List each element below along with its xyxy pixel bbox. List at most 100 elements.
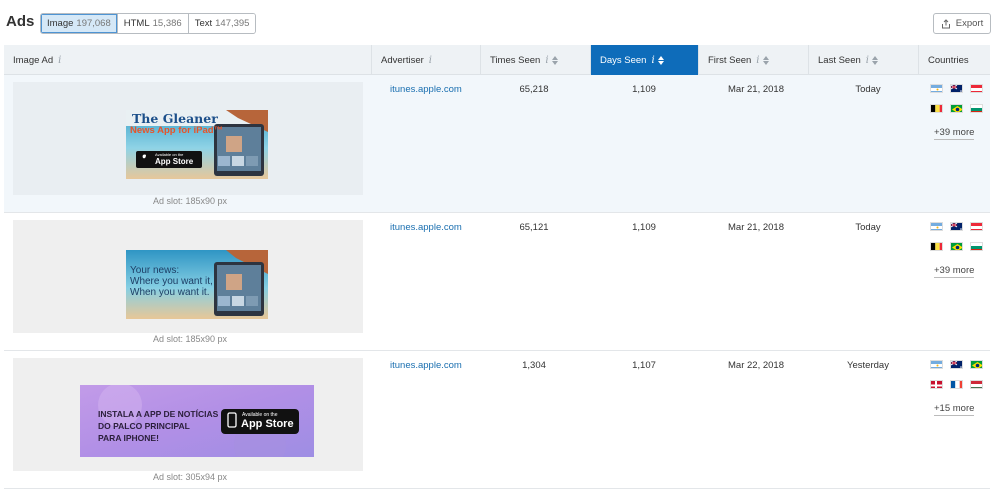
filter-count: 197,068: [76, 18, 111, 29]
info-icon[interactable]: i: [756, 55, 759, 66]
ad-image-container[interactable]: INSTALA A APP DE NOTÍCIAS DO PALCO PRINC…: [13, 358, 363, 471]
filter-count: 147,395: [215, 18, 250, 29]
days-seen-value: 1,109: [632, 84, 656, 95]
column-label: Countries: [928, 54, 969, 66]
argentina-flag-icon: [930, 84, 943, 93]
ad-banner-image[interactable]: INSTALA A APP DE NOTÍCIAS DO PALCO PRINC…: [80, 385, 314, 457]
banner-line-3: When you want it.: [130, 287, 210, 298]
advertiser-link[interactable]: itunes.apple.com: [390, 84, 462, 95]
table-row: INSTALA A APP DE NOTÍCIAS DO PALCO PRINC…: [4, 351, 990, 489]
banner-headline: The Gleaner: [132, 111, 218, 126]
australia-flag-icon: [950, 222, 963, 231]
ad-slot-size: Ad slot: 185x90 px: [152, 196, 228, 206]
bulgaria-flag-icon: [970, 242, 983, 251]
belgium-flag-icon: [930, 242, 943, 251]
austria-flag-icon: [970, 84, 983, 93]
info-icon[interactable]: i: [651, 55, 654, 66]
info-icon[interactable]: i: [545, 55, 548, 66]
times-seen-value: 65,218: [519, 84, 549, 95]
ads-table: Image Ad i Advertiser i Times Seen i Day…: [4, 45, 990, 489]
australia-flag-icon: [950, 360, 963, 369]
column-label: Image Ad: [13, 54, 54, 66]
banner-line-2: Where you want it,: [130, 276, 213, 287]
ad-slot-size: Ad slot: 305x94 px: [152, 472, 228, 482]
sort-icon[interactable]: [657, 55, 664, 65]
first-seen-value: Mar 21, 2018: [728, 84, 784, 95]
column-advertiser: Advertiser i: [372, 45, 481, 75]
filter-label: Text: [194, 18, 213, 29]
column-label: Times Seen: [490, 54, 541, 66]
more-countries-link[interactable]: +39 more: [934, 127, 975, 140]
filter-image-button[interactable]: Image 197,068: [41, 14, 118, 33]
ad-slot-size: Ad slot: 185x90 px: [152, 334, 228, 344]
belgium-flag-icon: [930, 104, 943, 113]
column-first-seen[interactable]: First Seen i: [699, 45, 809, 75]
table-row: Your news: Where you want it, When you w…: [4, 213, 990, 351]
filter-count: 15,386: [152, 18, 182, 29]
country-flags: [930, 222, 984, 251]
days-seen-value: 1,107: [632, 360, 656, 371]
column-label: Last Seen: [818, 54, 861, 66]
sort-icon[interactable]: [762, 55, 769, 65]
column-last-seen[interactable]: Last Seen i: [809, 45, 919, 75]
column-times-seen[interactable]: Times Seen i: [481, 45, 591, 75]
badge-big-text: App Store: [241, 418, 294, 430]
table-header: Image Ad i Advertiser i Times Seen i Day…: [4, 45, 990, 75]
brazil-flag-icon: [950, 104, 963, 113]
ad-image-container[interactable]: Your news: Where you want it, When you w…: [13, 220, 363, 333]
brazil-flag-icon: [950, 242, 963, 251]
info-icon[interactable]: i: [58, 55, 61, 66]
table-row: The Gleaner News App for iPad™ Available…: [4, 75, 990, 213]
country-flags: [930, 360, 984, 389]
ad-image-container[interactable]: The Gleaner News App for iPad™ Available…: [13, 82, 363, 195]
banner-line-1: INSTALA A APP DE NOTÍCIAS: [98, 409, 219, 419]
days-seen-value: 1,109: [632, 222, 656, 233]
argentina-flag-icon: [930, 360, 943, 369]
banner-line-1: Your news:: [130, 265, 180, 276]
column-image-ad: Image Ad i: [4, 45, 372, 75]
filter-label: Image: [47, 18, 74, 29]
more-countries-link[interactable]: +15 more: [934, 403, 975, 416]
austria-flag-icon: [970, 222, 983, 231]
ad-type-filter: Image 197,068 HTML 15,386 Text 147,395: [40, 13, 257, 34]
toolbar: Ads Image 197,068 HTML 15,386 Text 147,3…: [0, 0, 1000, 46]
export-icon: [941, 18, 951, 29]
info-icon[interactable]: i: [429, 55, 432, 66]
first-seen-value: Mar 21, 2018: [728, 222, 784, 233]
ad-banner-image[interactable]: Your news: Where you want it, When you w…: [126, 250, 268, 319]
column-label: Days Seen: [600, 54, 647, 66]
france-flag-icon: [950, 380, 963, 389]
column-label: Advertiser: [381, 54, 424, 66]
sort-icon[interactable]: [872, 55, 878, 65]
bulgaria-flag-icon: [970, 104, 983, 113]
hungary-flag-icon: [970, 380, 983, 389]
filter-html-button[interactable]: HTML 15,386: [117, 14, 189, 33]
more-countries-link[interactable]: +39 more: [934, 265, 975, 278]
banner-subline: News App for iPad™: [130, 125, 224, 136]
country-flags: [930, 84, 984, 113]
column-days-seen[interactable]: Days Seen i: [591, 45, 699, 75]
sort-icon[interactable]: [551, 55, 558, 65]
last-seen-value: Yesterday: [847, 360, 889, 371]
banner-line-2: DO PALCO PRINCIPAL: [98, 421, 190, 431]
advertiser-link[interactable]: itunes.apple.com: [390, 360, 462, 371]
brazil-flag-icon: [970, 360, 983, 369]
info-icon[interactable]: i: [866, 55, 869, 66]
banner-line-3: PARA IPHONE!: [98, 433, 159, 443]
times-seen-value: 1,304: [522, 360, 546, 371]
export-button[interactable]: Export: [933, 13, 991, 34]
first-seen-value: Mar 22, 2018: [728, 360, 784, 371]
last-seen-value: Today: [855, 84, 881, 95]
last-seen-value: Today: [855, 222, 881, 233]
ad-banner-image[interactable]: The Gleaner News App for iPad™ Available…: [126, 110, 268, 179]
times-seen-value: 65,121: [519, 222, 549, 233]
australia-flag-icon: [950, 84, 963, 93]
denmark-flag-icon: [930, 380, 943, 389]
badge-big-text: App Store: [155, 157, 194, 166]
argentina-flag-icon: [930, 222, 943, 231]
filter-text-button[interactable]: Text 147,395: [188, 14, 256, 33]
column-label: First Seen: [708, 54, 752, 66]
advertiser-link[interactable]: itunes.apple.com: [390, 222, 462, 233]
page-title: Ads: [6, 13, 35, 30]
export-label: Export: [955, 18, 984, 29]
